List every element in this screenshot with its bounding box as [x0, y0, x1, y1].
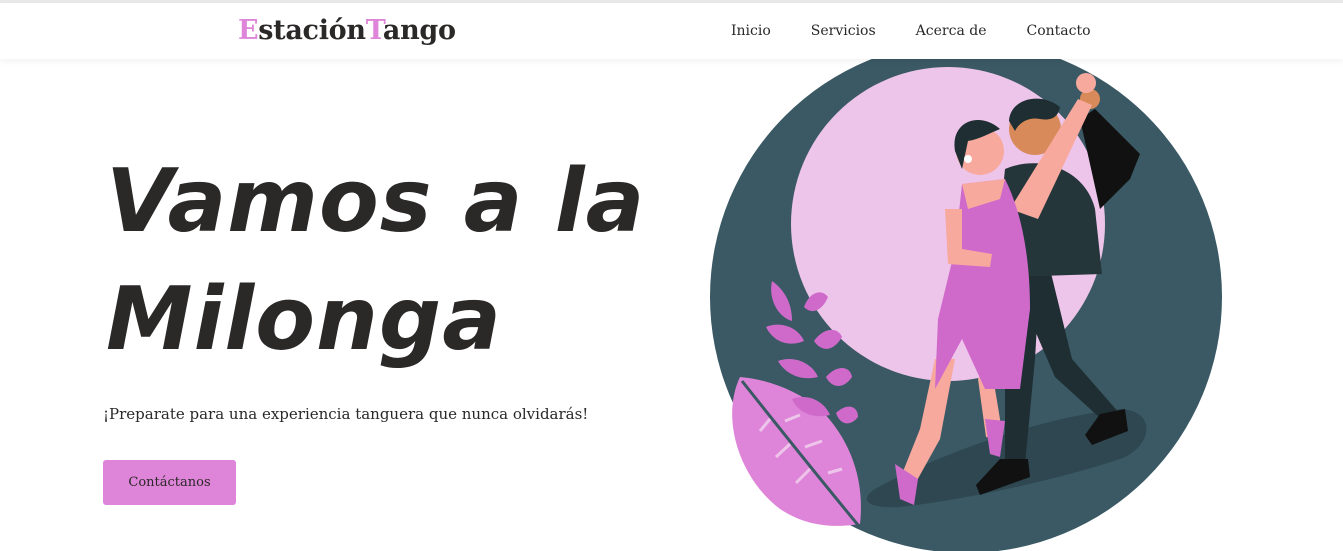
brand-text-2: ango — [382, 15, 456, 46]
hero-subtitle: ¡Preparate para una experiencia tanguera… — [103, 405, 589, 423]
brand-logo[interactable]: EstaciónTango — [238, 15, 456, 46]
hero-title: Vamos a la Milonga — [106, 150, 646, 370]
contact-button[interactable]: Contáctanos — [103, 460, 236, 505]
nav-link-acerca-de[interactable]: Acerca de — [916, 23, 987, 39]
navbar: EstaciónTango Inicio Servicios Acerca de… — [0, 3, 1343, 59]
brand-accent-letter-e: E — [238, 15, 259, 46]
tango-dancers-illustration — [710, 59, 1222, 551]
nav-link-servicios[interactable]: Servicios — [811, 23, 876, 39]
nav-link-contacto[interactable]: Contacto — [1027, 23, 1091, 39]
brand-accent-letter-t: T — [365, 15, 384, 46]
nav-link-inicio[interactable]: Inicio — [731, 23, 771, 39]
main-nav: Inicio Servicios Acerca de Contacto — [731, 23, 1091, 39]
brand-text-1: stación — [258, 15, 366, 46]
